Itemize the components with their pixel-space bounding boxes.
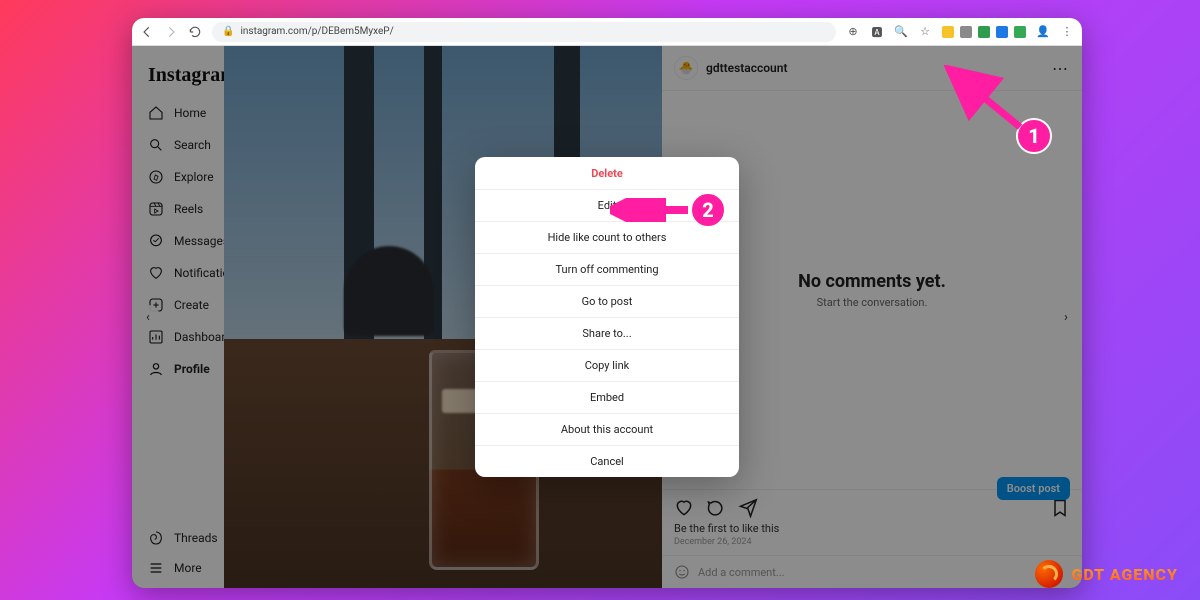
extension-icon[interactable] — [978, 26, 990, 38]
watermark: GDT AGENCY — [1035, 560, 1178, 588]
address-bar[interactable]: 🔒 instagram.com/p/DEBem5MyxeP/ — [212, 22, 836, 42]
watermark-logo-icon — [1035, 560, 1063, 588]
extension-icon[interactable] — [942, 26, 954, 38]
annotation-arrow-1 — [940, 65, 1034, 135]
watermark-text: GDT AGENCY — [1071, 565, 1178, 584]
zoom-icon[interactable]: 🔍 — [894, 25, 908, 39]
forward-icon[interactable] — [164, 25, 178, 39]
menu-item-embed[interactable]: Embed — [475, 381, 739, 413]
browser-toolbar: 🔒 instagram.com/p/DEBem5MyxeP/ ⊕ 🅰 🔍 ☆ 👤… — [132, 18, 1082, 46]
profile-avatar-icon[interactable]: 👤 — [1036, 25, 1050, 39]
menu-item-go-to-post[interactable]: Go to post — [475, 285, 739, 317]
reload-icon[interactable] — [188, 25, 202, 39]
star-icon[interactable]: ☆ — [918, 25, 932, 39]
page-background: 🔒 instagram.com/p/DEBem5MyxeP/ ⊕ 🅰 🔍 ☆ 👤… — [0, 0, 1200, 600]
install-icon[interactable]: ⊕ — [846, 25, 860, 39]
menu-item-turn-off-commenting[interactable]: Turn off commenting — [475, 253, 739, 285]
back-icon[interactable] — [140, 25, 154, 39]
menu-item-share-to[interactable]: Share to... — [475, 317, 739, 349]
extensions-strip — [942, 26, 1026, 38]
annotation-arrow-2: 2 — [610, 192, 750, 228]
extension-icon[interactable] — [996, 26, 1008, 38]
extension-icon[interactable] — [1014, 26, 1026, 38]
kebab-icon[interactable]: ⋮ — [1060, 25, 1074, 39]
menu-item-delete[interactable]: Delete — [475, 157, 739, 189]
menu-item-about-account[interactable]: About this account — [475, 413, 739, 445]
menu-item-copy-link[interactable]: Copy link — [475, 349, 739, 381]
url-text: instagram.com/p/DEBem5MyxeP/ — [240, 26, 393, 37]
menu-item-cancel[interactable]: Cancel — [475, 445, 739, 477]
translate-icon[interactable]: 🅰 — [870, 25, 884, 39]
lock-icon: 🔒 — [222, 26, 234, 37]
extension-icon[interactable] — [960, 26, 972, 38]
annotation-badge-label: 2 — [690, 192, 726, 228]
